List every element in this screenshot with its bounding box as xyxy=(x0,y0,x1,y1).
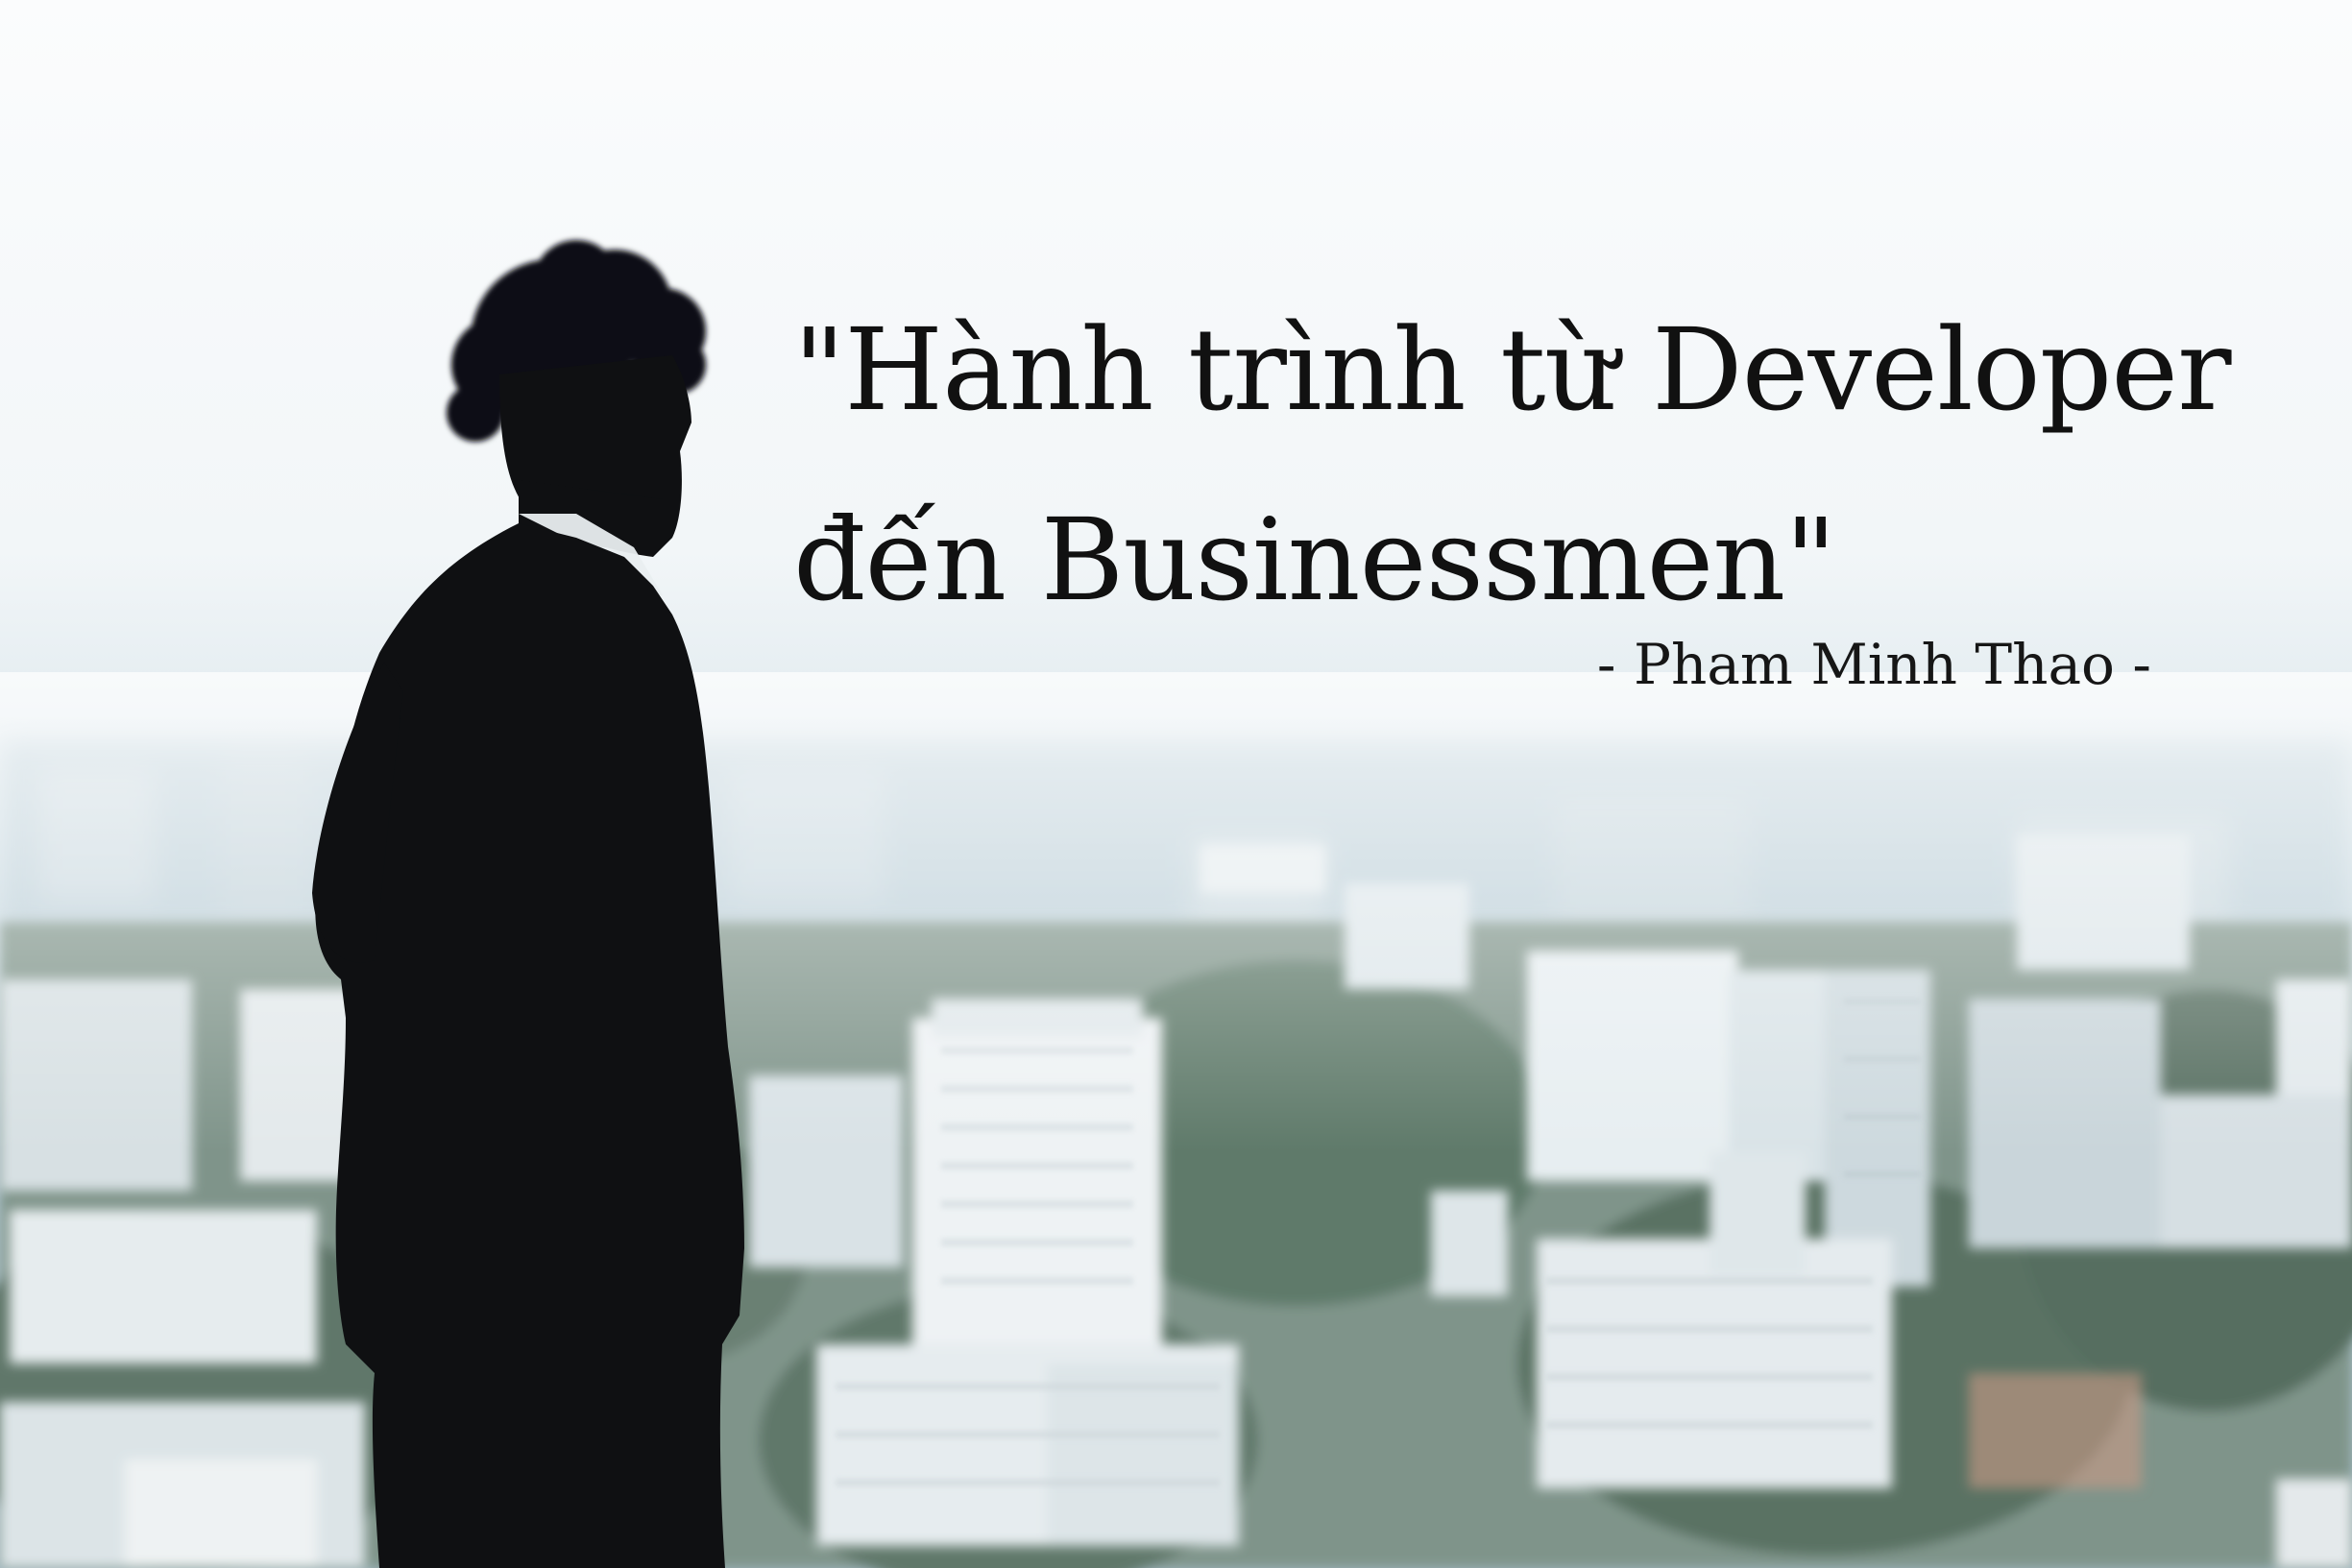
quote-line-1: "Hành trình từ Developer xyxy=(793,303,2232,436)
city-background xyxy=(0,0,2352,1568)
quote-author: - Pham Minh Thao - xyxy=(1596,632,2151,697)
quote-line-2: đến Businessmen" xyxy=(793,494,1837,626)
quote-text: "Hành trình từ Developer đến Businessmen… xyxy=(793,275,2291,655)
photo-scene: "Hành trình từ Developer đến Businessmen… xyxy=(0,0,2352,1568)
